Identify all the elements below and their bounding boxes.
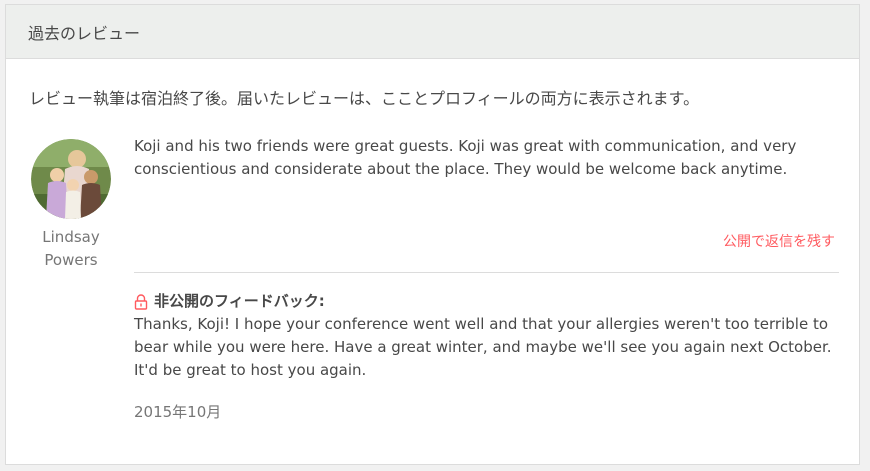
reviewer-first-name: Lindsay xyxy=(42,228,100,246)
reviewer: Lindsay Powers xyxy=(29,139,113,272)
reviewer-avatar[interactable] xyxy=(31,139,111,219)
lock-icon xyxy=(134,293,148,310)
private-feedback-text: Thanks, Koji! I hope your conference wen… xyxy=(134,315,832,379)
reviewer-last-name: Powers xyxy=(44,251,98,269)
panel-header: 過去のレビュー xyxy=(6,5,859,59)
intro-text: レビュー執筆は宿泊終了後。届いたレビューは、ここと​プロフィールの両方に表示され… xyxy=(29,89,700,108)
private-feedback-label: 非公開のフィードバック: xyxy=(154,292,325,310)
review-text: Koji and his two friends were great gues… xyxy=(134,137,797,178)
private-feedback-header: 非公開のフィードバック: xyxy=(134,290,839,313)
review-date: 2015年10月 xyxy=(134,403,222,421)
private-feedback: 非公開のフィードバック: Thanks, Koji! I hope your c… xyxy=(134,290,839,382)
past-reviews-panel: 過去のレビュー レビュー執筆は宿泊終了後。届いたレビューは、ここと​プロフィール… xyxy=(5,4,860,465)
panel-title: 過去のレビュー xyxy=(28,23,141,43)
reviewer-name[interactable]: Lindsay Powers xyxy=(29,226,113,272)
divider xyxy=(134,272,839,273)
public-reply-link[interactable]: 公開で返信を残す xyxy=(723,231,835,251)
